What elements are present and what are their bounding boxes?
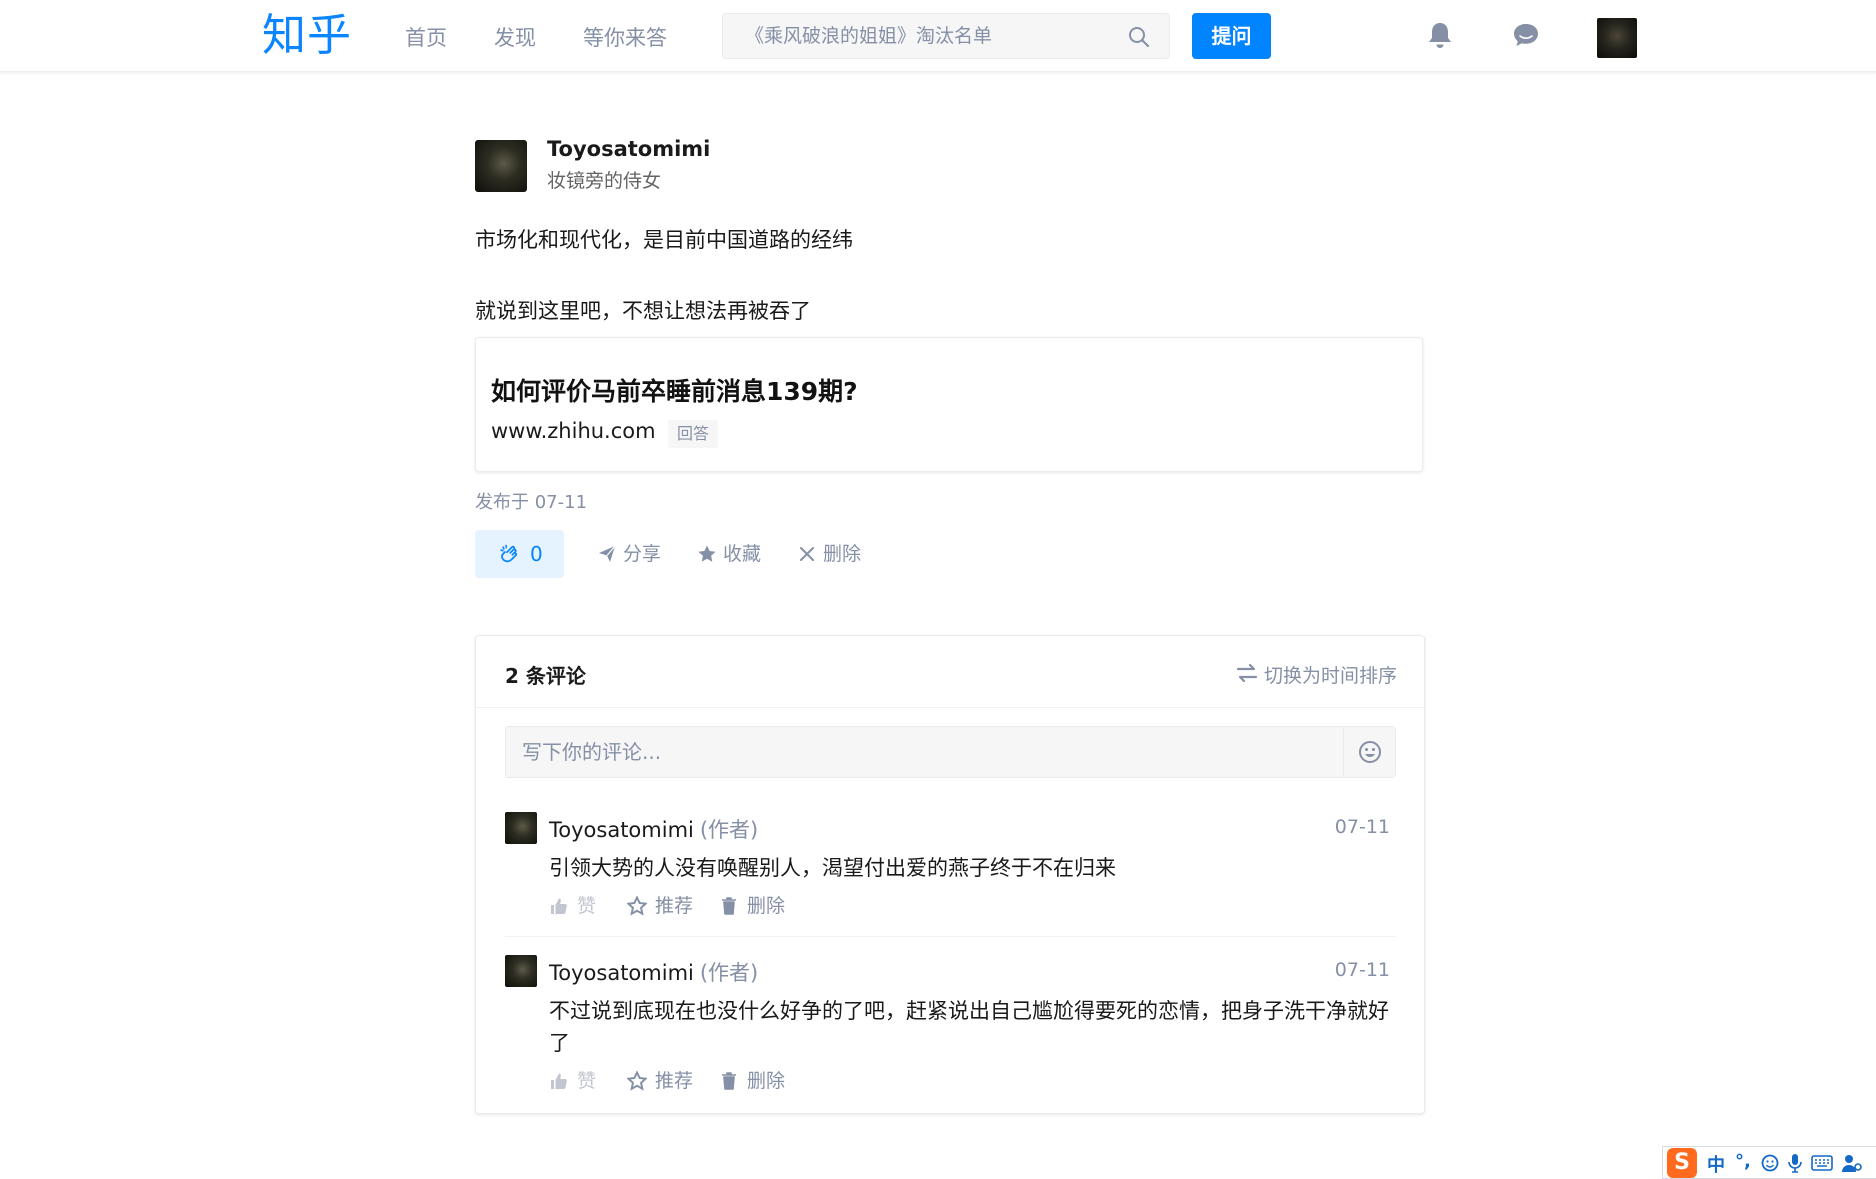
smiley-icon <box>1359 741 1381 763</box>
link-card-title: 如何评价马前卒睡前消息139期? <box>491 377 858 406</box>
messages-icon[interactable] <box>1510 19 1542 51</box>
post-actions: 0 分享 收藏 删除 <box>475 530 1075 578</box>
post-text-line: 就说到这里吧，不想让想法再被吞了 <box>475 299 811 323</box>
emoji-icon[interactable] <box>1761 1154 1779 1172</box>
comment-count: 2 条评论 <box>505 664 586 688</box>
top-navbar: 知乎 首页 发现 等你来答 提问 <box>0 0 1876 72</box>
like-label: 赞 <box>577 895 597 917</box>
author-bio: 妆镜旁的侍女 <box>547 170 662 192</box>
thumbs-up-icon <box>551 898 567 914</box>
nav-home[interactable]: 首页 <box>405 24 447 52</box>
comment-date: 07-11 <box>1334 959 1390 981</box>
delete-label: 删除 <box>747 895 786 917</box>
author-role-tag: (作者) <box>699 818 759 842</box>
recommend-label: 推荐 <box>655 1070 694 1092</box>
link-card-url: www.zhihu.com <box>491 419 656 443</box>
author-role-tag: (作者) <box>699 961 759 985</box>
star-icon <box>627 1071 647 1091</box>
comment-item: Toyosatomimi (作者) 07-11 不过说到底现在也没什么好争的了吧，… <box>505 955 1396 1105</box>
comment-author-name: Toyosatomimi <box>549 818 694 842</box>
user-avatar[interactable] <box>1597 18 1637 58</box>
nav-discover[interactable]: 发现 <box>494 24 536 52</box>
search-box <box>722 13 1170 59</box>
emoji-button[interactable] <box>1343 727 1395 777</box>
comments-panel: 2 条评论 切换为时间排序 Toyosatomimi(作者) 07-11 引领大… <box>475 635 1425 1114</box>
recommend-label: 推荐 <box>655 895 694 917</box>
comment-input-box <box>505 726 1396 778</box>
zhihu-logo[interactable]: 知乎 <box>262 8 352 64</box>
comment-author-name: Toyosatomimi <box>549 961 694 985</box>
author-avatar[interactable] <box>475 140 527 192</box>
comment-avatar[interactable] <box>505 812 537 844</box>
comment-item: Toyosatomimi (作者) 07-11 引领大势的人没有唤醒别人，渴望付出… <box>505 812 1396 932</box>
author-name[interactable]: Toyosatomimi <box>547 137 710 161</box>
microphone-icon[interactable] <box>1787 1153 1803 1173</box>
user-settings-icon[interactable] <box>1841 1153 1863 1173</box>
trash-icon <box>722 1072 736 1090</box>
link-card-tag: 回答 <box>668 420 719 448</box>
comment-date: 07-11 <box>1334 816 1390 838</box>
sogou-logo-icon[interactable]: S <box>1667 1148 1697 1178</box>
comment-author[interactable]: Toyosatomimi (作者) <box>549 957 758 987</box>
trash-icon <box>722 897 736 915</box>
star-icon <box>627 896 647 916</box>
link-card[interactable]: 如何评价马前卒睡前消息139期? www.zhihu.com 回答 <box>475 337 1423 472</box>
comment-author[interactable]: Toyosatomimi (作者) <box>549 814 758 844</box>
publish-time: 发布于 07-11 <box>475 492 588 513</box>
ask-question-button[interactable]: 提问 <box>1192 13 1271 59</box>
comment-avatar[interactable] <box>505 955 537 987</box>
star-icon <box>698 545 716 562</box>
sort-toggle-label: 切换为时间排序 <box>1263 665 1397 687</box>
keyboard-icon[interactable] <box>1811 1155 1833 1171</box>
post-text-line: 市场化和现代化，是目前中国道路的经纬 <box>475 228 853 252</box>
collect-label: 收藏 <box>723 543 762 565</box>
nav-waiting-answers[interactable]: 等你来答 <box>583 24 667 52</box>
search-input[interactable] <box>723 14 1113 58</box>
comment-text: 引领大势的人没有唤醒别人，渴望付出爱的燕子终于不在归来 <box>549 856 1116 880</box>
clap-icon <box>500 544 517 563</box>
comment-divider <box>505 936 1396 937</box>
swap-icon <box>1236 663 1258 683</box>
ime-mode-toggle[interactable]: 中 <box>1707 1151 1725 1177</box>
delete-label: 删除 <box>747 1070 786 1092</box>
bell-icon[interactable] <box>1424 19 1456 51</box>
ime-toolbar[interactable]: S 中 °, <box>1662 1146 1876 1179</box>
delete-label: 删除 <box>823 543 862 565</box>
sort-toggle-button[interactable]: 切换为时间排序 <box>1236 661 1397 687</box>
comment-text: 不过说到底现在也没什么好争的了吧，赶紧说出自己尴尬得要死的恋情，把身子洗干净就好… <box>549 999 1389 1055</box>
close-icon <box>800 547 814 561</box>
clap-button[interactable]: 0 <box>475 530 564 578</box>
share-label: 分享 <box>623 543 662 565</box>
paper-plane-icon <box>599 545 616 562</box>
comment-input[interactable] <box>506 727 1342 777</box>
comments-header: 2 条评论 切换为时间排序 <box>476 636 1424 708</box>
like-label: 赞 <box>577 1070 597 1092</box>
clap-count: 0 <box>530 542 543 566</box>
thumbs-up-icon <box>551 1073 567 1089</box>
ime-punctuation-toggle[interactable]: °, <box>1735 1151 1751 1172</box>
search-icon[interactable] <box>1127 25 1151 49</box>
